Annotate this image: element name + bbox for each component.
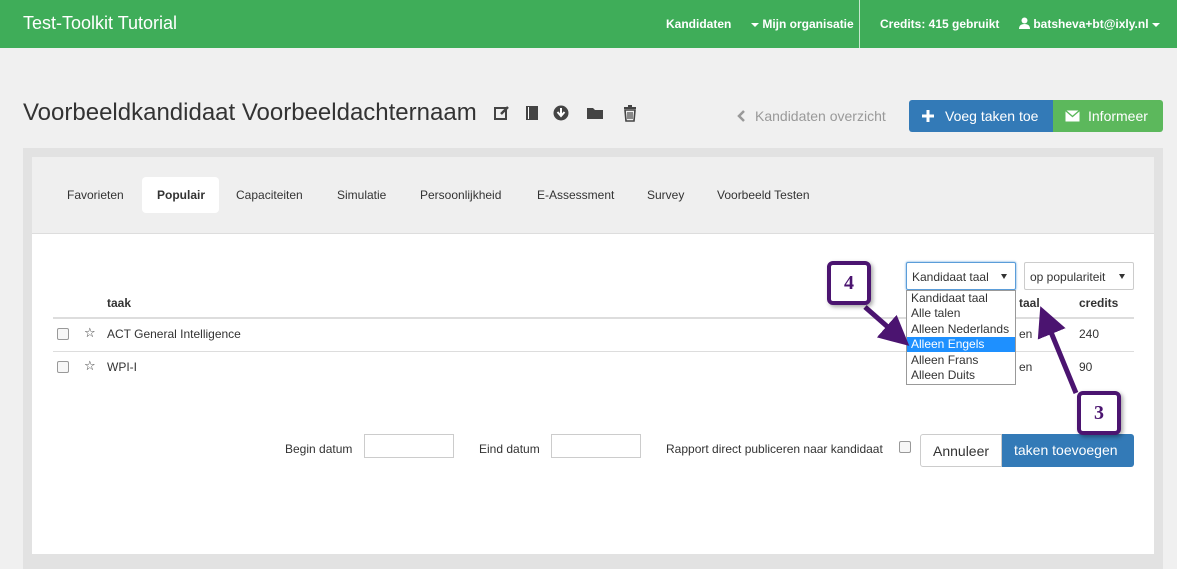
language-option-frans[interactable]: Alleen Frans [907, 353, 1015, 368]
add-tasks-button[interactable]: Voeg taken toe [909, 100, 1053, 132]
language-dropdown-list: Kandidaat taal Alle talen Alleen Nederla… [906, 290, 1016, 385]
language-option-nederlands[interactable]: Alleen Nederlands [907, 322, 1015, 337]
caret-down-icon [751, 22, 759, 27]
tab-e-assessment[interactable]: E-Assessment [537, 188, 614, 202]
end-date-input[interactable] [551, 434, 641, 458]
envelope-icon [1065, 110, 1080, 122]
chevron-left-icon [737, 110, 745, 122]
task-credits: 240 [1079, 327, 1100, 341]
language-option-duits[interactable]: Alleen Duits [907, 368, 1015, 383]
inform-label: Informeer [1088, 108, 1148, 124]
plus-icon [922, 110, 934, 122]
task-language: en [1019, 327, 1033, 341]
annotation-step-3: 3 [1077, 391, 1121, 435]
language-select[interactable]: Kandidaat taal [906, 262, 1016, 290]
nav-user-menu[interactable]: batsheva+bt@ixly.nl [1019, 17, 1160, 31]
sort-select[interactable]: op populariteit [1024, 262, 1134, 290]
publish-report-label: Rapport direct publiceren naar kandidaat [666, 442, 883, 456]
back-link-label: Kandidaten overzicht [755, 108, 886, 124]
task-name[interactable]: WPI-I [107, 360, 137, 374]
star-icon[interactable]: ☆ [84, 358, 96, 374]
inform-button[interactable]: Informeer [1053, 100, 1163, 132]
tab-survey[interactable]: Survey [647, 188, 684, 202]
add-tasks-label: Voeg taken toe [945, 108, 1039, 124]
trash-icon[interactable] [621, 104, 639, 122]
dropdown-arrow-icon [1119, 274, 1125, 279]
language-select-value: Kandidaat taal [912, 270, 989, 284]
sort-select-value: op populariteit [1030, 270, 1106, 284]
star-icon[interactable]: ☆ [84, 325, 96, 341]
nav-divider [859, 0, 860, 48]
submit-label: taken toevoegen [1014, 442, 1118, 458]
publish-report-checkbox[interactable] [899, 441, 911, 453]
begin-date-label: Begin datum [285, 442, 353, 456]
language-option-alle-talen[interactable]: Alle talen [907, 306, 1015, 321]
tab-populair[interactable]: Populair [157, 188, 205, 202]
dropdown-arrow-icon [1001, 274, 1007, 279]
tab-favorieten[interactable]: Favorieten [67, 188, 124, 202]
nav-credits: Credits: 415 gebruikt [880, 17, 1000, 31]
task-credits: 90 [1079, 360, 1093, 374]
language-option-engels[interactable]: Alleen Engels [907, 337, 1015, 352]
user-icon [1019, 17, 1030, 29]
nav-mijn-organisatie[interactable]: Mijn organisatie [751, 17, 854, 31]
column-header-language[interactable]: taal [1019, 296, 1040, 310]
language-option-kandidaat-taal[interactable]: Kandidaat taal [907, 291, 1015, 306]
folder-icon[interactable] [586, 104, 604, 122]
tab-persoonlijkheid[interactable]: Persoonlijkheid [420, 188, 501, 202]
caret-down-icon [1151, 22, 1160, 27]
tab-simulatie[interactable]: Simulatie [337, 188, 386, 202]
task-language: en [1019, 360, 1033, 374]
page-title: Voorbeeldkandidaat Voorbeeldachternaam [23, 99, 477, 126]
annotation-step-4: 4 [827, 261, 871, 305]
edit-icon[interactable] [493, 104, 511, 122]
add-tasks-submit-button[interactable]: taken toevoegen [1002, 434, 1134, 467]
user-email: batsheva+bt@ixly.nl [1033, 17, 1149, 31]
end-date-label: Eind datum [479, 442, 540, 456]
nav-organisatie-label: Mijn organisatie [762, 17, 854, 31]
back-to-candidates-link[interactable]: Kandidaten overzicht [737, 108, 886, 124]
top-navbar: Test-Toolkit Tutorial Kandidaten Mijn or… [0, 0, 1177, 48]
cancel-button[interactable]: Annuleer [920, 434, 1002, 467]
column-header-credits[interactable]: credits [1079, 296, 1118, 310]
task-name[interactable]: ACT General Intelligence [107, 327, 241, 341]
cancel-label: Annuleer [933, 443, 990, 459]
book-icon[interactable] [523, 104, 541, 122]
begin-date-input[interactable] [364, 434, 454, 458]
download-icon[interactable] [552, 104, 570, 122]
row-checkbox[interactable] [57, 361, 69, 373]
row-checkbox[interactable] [57, 328, 69, 340]
tab-capaciteiten[interactable]: Capaciteiten [236, 188, 303, 202]
brand-title[interactable]: Test-Toolkit Tutorial [23, 13, 177, 34]
tab-voorbeeld-testen[interactable]: Voorbeeld Testen [717, 188, 810, 202]
nav-kandidaten[interactable]: Kandidaten [666, 17, 731, 31]
column-header-task[interactable]: taak [107, 296, 131, 310]
